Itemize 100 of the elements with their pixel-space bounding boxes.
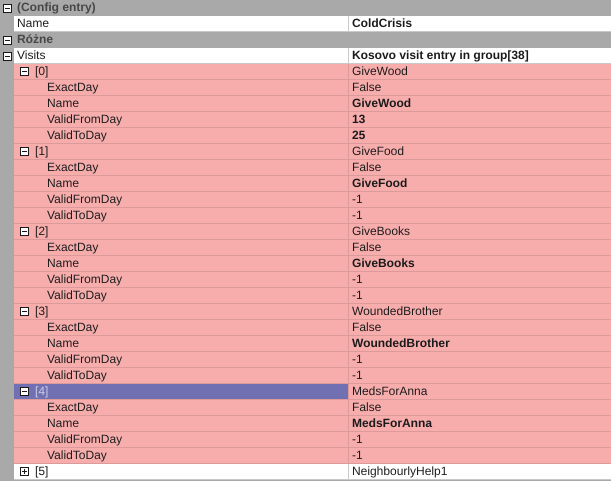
property-name-cell[interactable]: ValidFromDay (14, 112, 349, 128)
property-name: ValidToDay (47, 368, 107, 383)
property-value: ColdCrisis (352, 16, 412, 31)
property-name-cell[interactable]: Name (14, 416, 349, 432)
property-value: False (352, 400, 382, 415)
collapse-icon[interactable] (20, 307, 29, 316)
property-value-cell[interactable]: -1 (349, 352, 611, 368)
property-value: GiveWood (352, 96, 412, 111)
collapse-icon[interactable] (20, 67, 29, 76)
property-value-cell[interactable]: GiveBooks (349, 224, 611, 240)
property-name: Name (47, 176, 80, 191)
property-name-cell[interactable]: ExactDay (14, 160, 349, 176)
property-value-cell[interactable]: NeighbourlyHelp1 (349, 464, 611, 480)
collapse-icon[interactable] (2, 36, 12, 44)
property-name-cell[interactable]: ValidFromDay (14, 352, 349, 368)
property-name: Name (17, 16, 50, 31)
property-name-cell[interactable]: ExactDay (14, 240, 349, 256)
property-value-cell[interactable]: -1 (349, 272, 611, 288)
expand-icon[interactable] (20, 467, 29, 476)
property-name: ExactDay (47, 400, 98, 415)
property-name-cell[interactable]: ExactDay (14, 400, 349, 416)
property-name: [5] (35, 464, 48, 479)
property-value: -1 (352, 208, 363, 223)
collapse-icon[interactable] (20, 147, 29, 156)
property-value: False (352, 320, 382, 335)
property-name: ExactDay (47, 320, 98, 335)
property-name-cell[interactable]: Name (14, 16, 349, 32)
property-name-cell[interactable]: ExactDay (14, 320, 349, 336)
property-value-cell[interactable]: 25 (349, 128, 611, 144)
property-value: GiveFood (352, 176, 408, 191)
property-value: 25 (352, 128, 366, 143)
property-value-cell[interactable]: -1 (349, 432, 611, 448)
property-name-cell[interactable]: ValidToDay (14, 448, 349, 464)
property-name: [2] (35, 224, 48, 239)
property-value: MedsForAnna (352, 416, 432, 431)
property-value: Kosovo visit entry in group[38] (352, 48, 529, 63)
property-value-cell[interactable]: -1 (349, 288, 611, 304)
property-name-cell[interactable]: Name (14, 336, 349, 352)
property-name-cell[interactable]: ValidFromDay (14, 432, 349, 448)
property-value-cell[interactable]: GiveWood (349, 64, 611, 80)
property-name-cell[interactable]: ValidFromDay (14, 192, 349, 208)
property-value: GiveBooks (352, 256, 415, 271)
property-name-cell[interactable]: Name (14, 256, 349, 272)
property-value: WoundedBrother (352, 336, 450, 351)
property-name: ValidFromDay (47, 352, 122, 367)
property-value-cell[interactable]: False (349, 400, 611, 416)
property-value: GiveFood (352, 144, 404, 159)
property-name-cell[interactable]: ValidToDay (14, 208, 349, 224)
property-value-cell[interactable]: GiveWood (349, 96, 611, 112)
property-value-cell[interactable]: GiveBooks (349, 256, 611, 272)
property-value-cell[interactable]: False (349, 160, 611, 176)
property-value-cell[interactable]: False (349, 80, 611, 96)
property-name-cell[interactable]: Name (14, 96, 349, 112)
property-value-cell[interactable]: -1 (349, 192, 611, 208)
property-value-cell[interactable]: -1 (349, 448, 611, 464)
property-value-cell[interactable]: ColdCrisis (349, 16, 611, 32)
property-name: ExactDay (47, 240, 98, 255)
property-value-cell[interactable]: -1 (349, 208, 611, 224)
property-name-cell[interactable]: [0] (14, 64, 349, 80)
property-value: GiveBooks (352, 224, 410, 239)
property-value: -1 (352, 432, 363, 447)
collapse-icon[interactable] (20, 227, 29, 236)
property-name: [4] (35, 384, 48, 399)
property-name-cell[interactable]: ExactDay (14, 80, 349, 96)
property-value-cell[interactable]: False (349, 240, 611, 256)
property-name-cell[interactable]: [2] (14, 224, 349, 240)
property-name: [3] (35, 304, 48, 319)
property-value-cell[interactable]: MedsForAnna (349, 416, 611, 432)
collapse-icon[interactable] (2, 4, 12, 12)
property-value-cell[interactable]: WoundedBrother (349, 336, 611, 352)
property-value-cell[interactable]: 13 (349, 112, 611, 128)
collapse-icon[interactable] (2, 52, 12, 60)
property-value-cell[interactable]: WoundedBrother (349, 304, 611, 320)
property-name-cell[interactable]: Name (14, 176, 349, 192)
property-name-cell[interactable]: ValidToDay (14, 128, 349, 144)
property-name-cell[interactable]: [5] (14, 464, 349, 480)
property-value: -1 (352, 448, 363, 463)
property-name: Name (47, 416, 80, 431)
property-name-cell[interactable]: [1] (14, 144, 349, 160)
property-value-cell[interactable]: MedsForAnna (349, 384, 611, 400)
property-value: GiveWood (352, 64, 408, 79)
property-name-cell[interactable]: ValidFromDay (14, 272, 349, 288)
property-value: -1 (352, 368, 363, 383)
property-value-cell[interactable]: False (349, 320, 611, 336)
property-name-cell[interactable]: [3] (14, 304, 349, 320)
property-name-cell[interactable]: ValidToDay (14, 288, 349, 304)
property-value-cell[interactable]: GiveFood (349, 144, 611, 160)
property-name: ValidFromDay (47, 192, 122, 207)
property-value: False (352, 80, 382, 95)
property-name: ValidToDay (47, 448, 107, 463)
property-value: NeighbourlyHelp1 (352, 464, 448, 479)
property-name-cell[interactable]: Visits (14, 48, 349, 64)
property-name: [0] (35, 64, 48, 79)
collapse-icon[interactable] (20, 387, 29, 396)
property-name-cell[interactable]: ValidToDay (14, 368, 349, 384)
property-value-cell[interactable]: -1 (349, 368, 611, 384)
property-value: MedsForAnna (352, 384, 428, 399)
property-value-cell[interactable]: Kosovo visit entry in group[38] (349, 48, 611, 64)
property-value-cell[interactable]: GiveFood (349, 176, 611, 192)
property-value: -1 (352, 192, 363, 207)
